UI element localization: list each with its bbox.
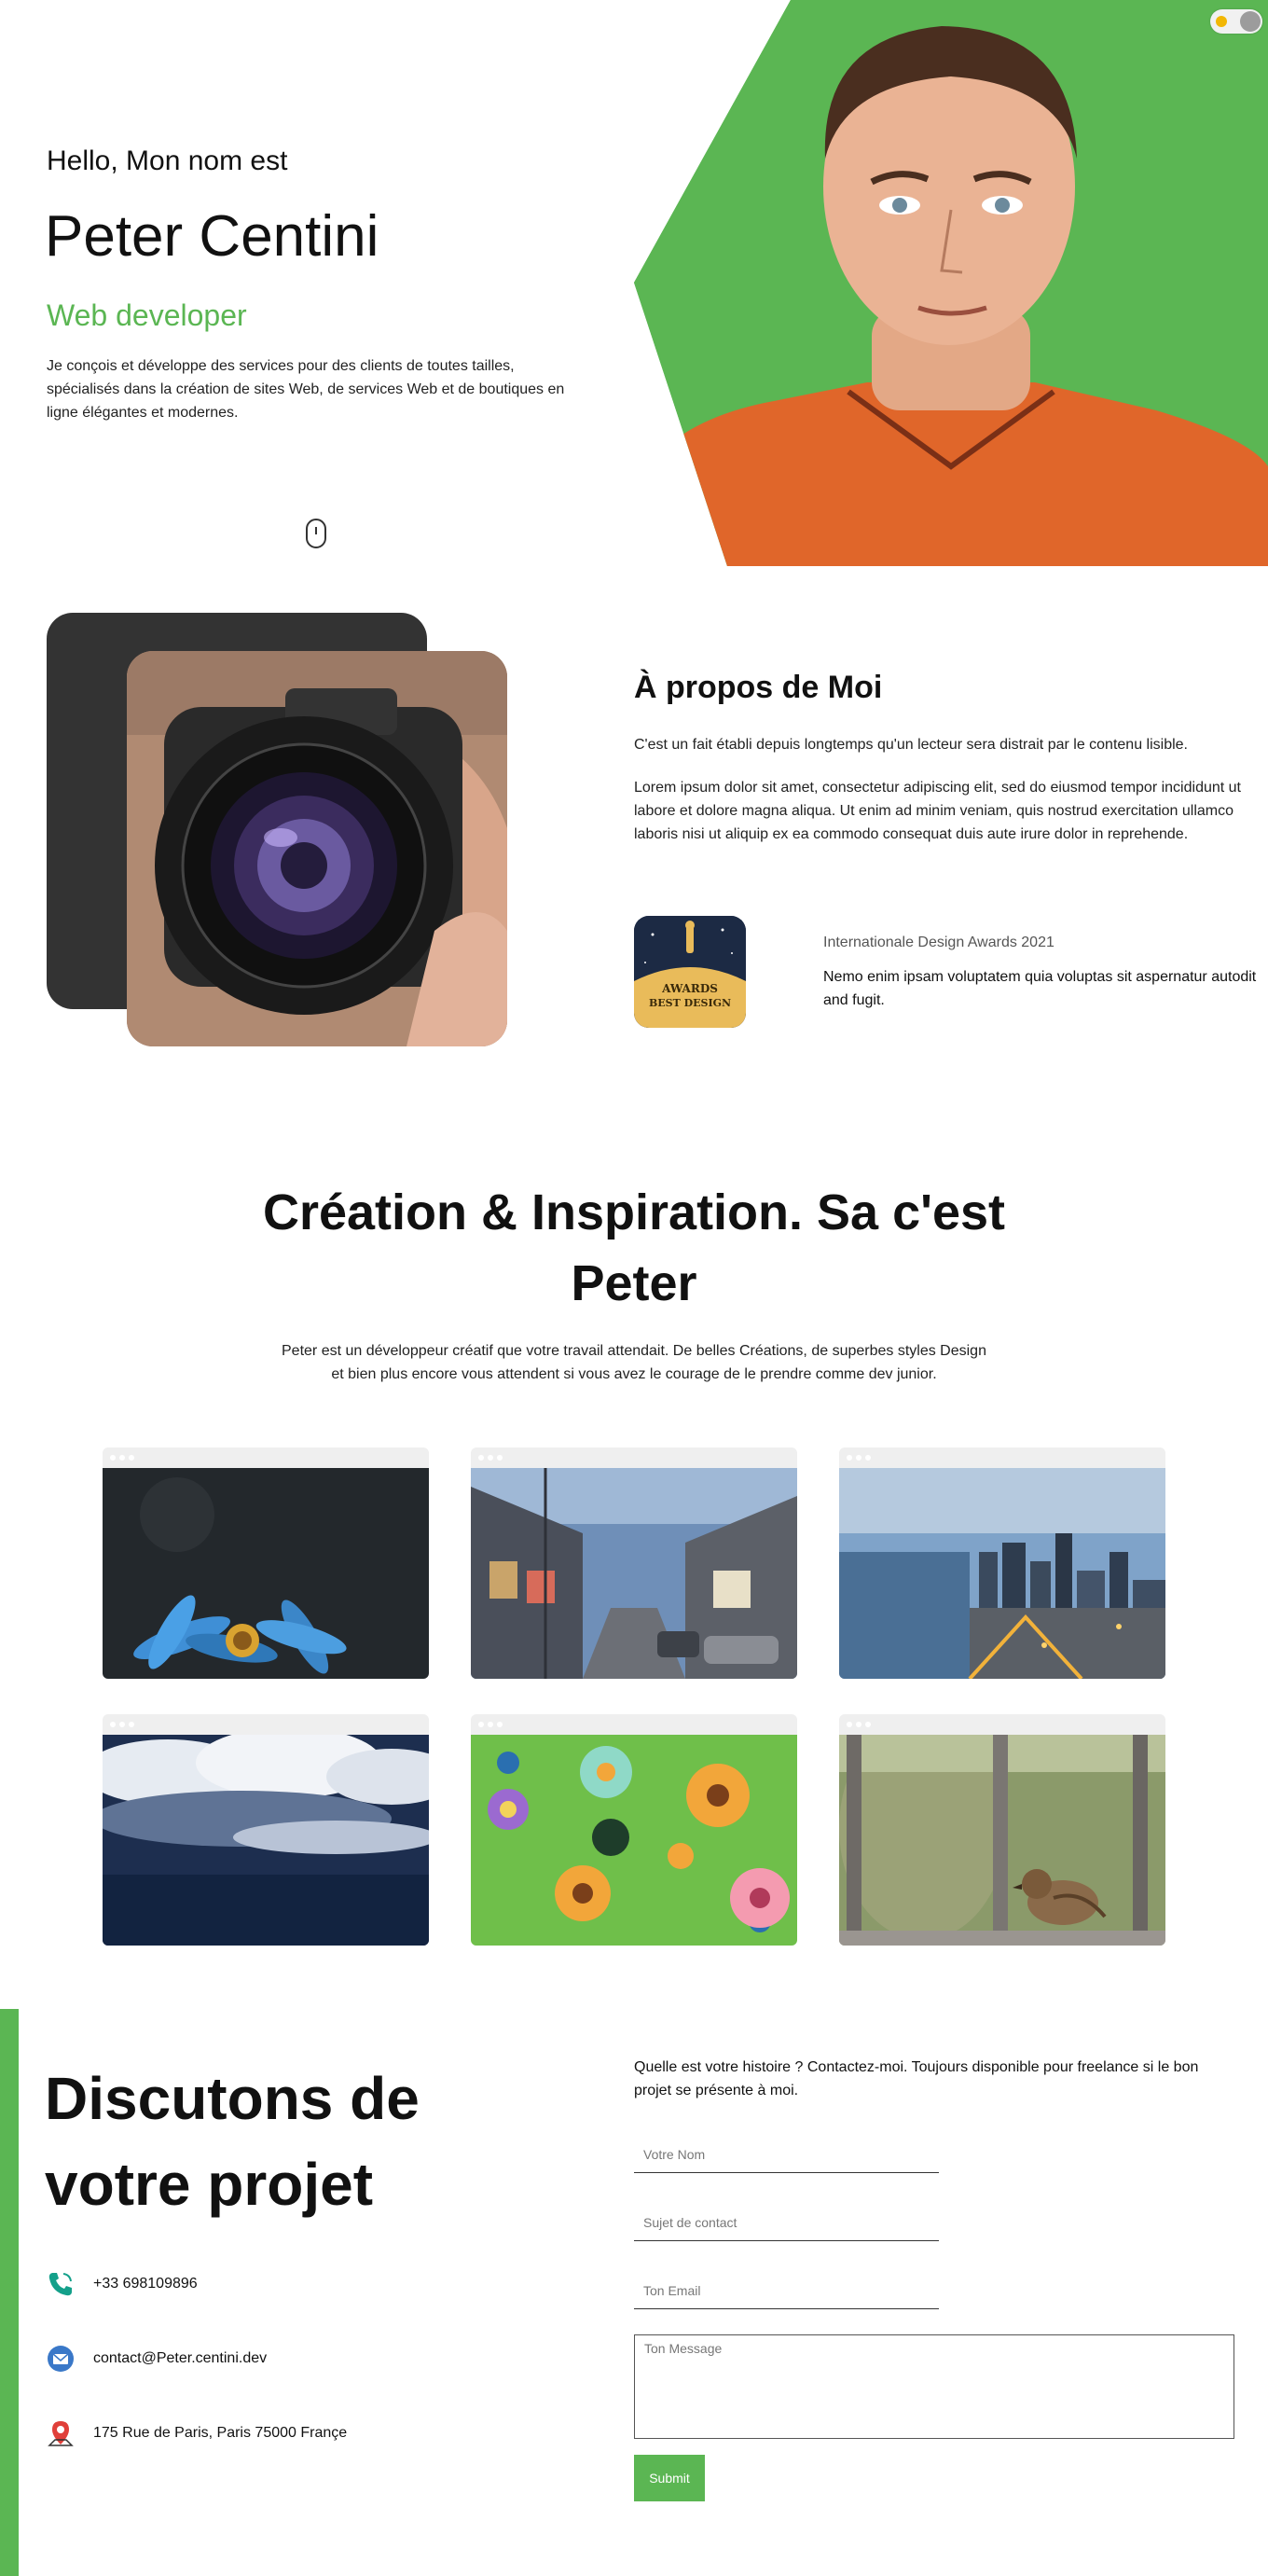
gallery-card-flower[interactable]: [103, 1447, 429, 1679]
about-title: À propos de Moi: [634, 670, 883, 705]
form-intro: Quelle est votre histoire ? Contactez-mo…: [634, 2059, 1199, 2098]
hero-greeting: Hello, Mon nom est: [47, 145, 288, 176]
contact-accent-bar: [0, 2009, 19, 2576]
location-pin-icon: [48, 2421, 74, 2446]
scroll-mouse-icon[interactable]: [306, 519, 326, 548]
contact-phone-text: +33 698109896: [93, 2276, 198, 2292]
gallery-image-sparrow: [839, 1735, 1165, 1946]
award-badge: AWARDS BEST DESIGN: [634, 916, 746, 1028]
gallery-card-clouds[interactable]: [103, 1714, 429, 1946]
award-description: Nemo enim ipsam voluptatem quia voluptas…: [823, 969, 1257, 1008]
message-field[interactable]: [634, 2334, 1234, 2439]
gallery-image-flower: [103, 1468, 429, 1679]
contact-address: 175 Rue de Paris, Paris 75000 Françe: [47, 2419, 347, 2447]
hero-role: Web developer: [47, 298, 247, 332]
gallery-image-city: [839, 1468, 1165, 1679]
camera-photo: [127, 651, 507, 1046]
gallery-image-floral: [471, 1735, 797, 1946]
hero-name: Peter Centini: [45, 204, 379, 269]
award-badge-line1: AWARDS: [661, 982, 718, 995]
hero-section: Hello, Mon nom est Peter Centini Web dev…: [0, 0, 1268, 566]
submit-button[interactable]: Submit: [634, 2455, 705, 2501]
gallery-card-floral[interactable]: [471, 1714, 797, 1946]
email-icon: [48, 2346, 74, 2372]
creation-title: Création & Inspiration. Sa c'est Peter: [262, 1184, 1006, 1311]
subject-field[interactable]: [634, 2204, 939, 2241]
contact-title: Discutons de votre projet: [45, 2065, 420, 2218]
hero-intro: Je conçois et développe des services pou…: [47, 358, 565, 421]
gallery-image-street: [471, 1468, 797, 1679]
award-name: Internationale Design Awards 2021: [823, 935, 1054, 950]
toggle-knob: [1240, 11, 1261, 32]
phone-icon: [48, 2273, 72, 2296]
portrait-photo: [634, 0, 1268, 566]
theme-toggle[interactable]: [1210, 9, 1262, 34]
contact-email: contact@Peter.centini.dev: [47, 2345, 267, 2373]
email-field[interactable]: [634, 2272, 939, 2309]
gallery-card-sparrow[interactable]: [839, 1714, 1165, 1946]
creation-text: Peter est un développeur créatif que vot…: [282, 1343, 986, 1382]
about-paragraph-1: C'est un fait établi depuis longtemps qu…: [634, 737, 1188, 753]
gallery-image-clouds: [103, 1735, 429, 1946]
about-paragraph-2: Lorem ipsum dolor sit amet, consectetur …: [634, 780, 1241, 842]
gallery-card-street[interactable]: [471, 1447, 797, 1679]
sun-icon: [1216, 16, 1227, 27]
contact-email-text: contact@Peter.centini.dev: [93, 2350, 268, 2366]
contact-phone: +33 698109896: [47, 2270, 198, 2298]
name-field[interactable]: [634, 2136, 939, 2173]
contact-address-text: 175 Rue de Paris, Paris 75000 Françe: [93, 2425, 348, 2441]
gallery-card-city[interactable]: [839, 1447, 1165, 1679]
award-badge-line2: BEST DESIGN: [649, 997, 731, 1009]
